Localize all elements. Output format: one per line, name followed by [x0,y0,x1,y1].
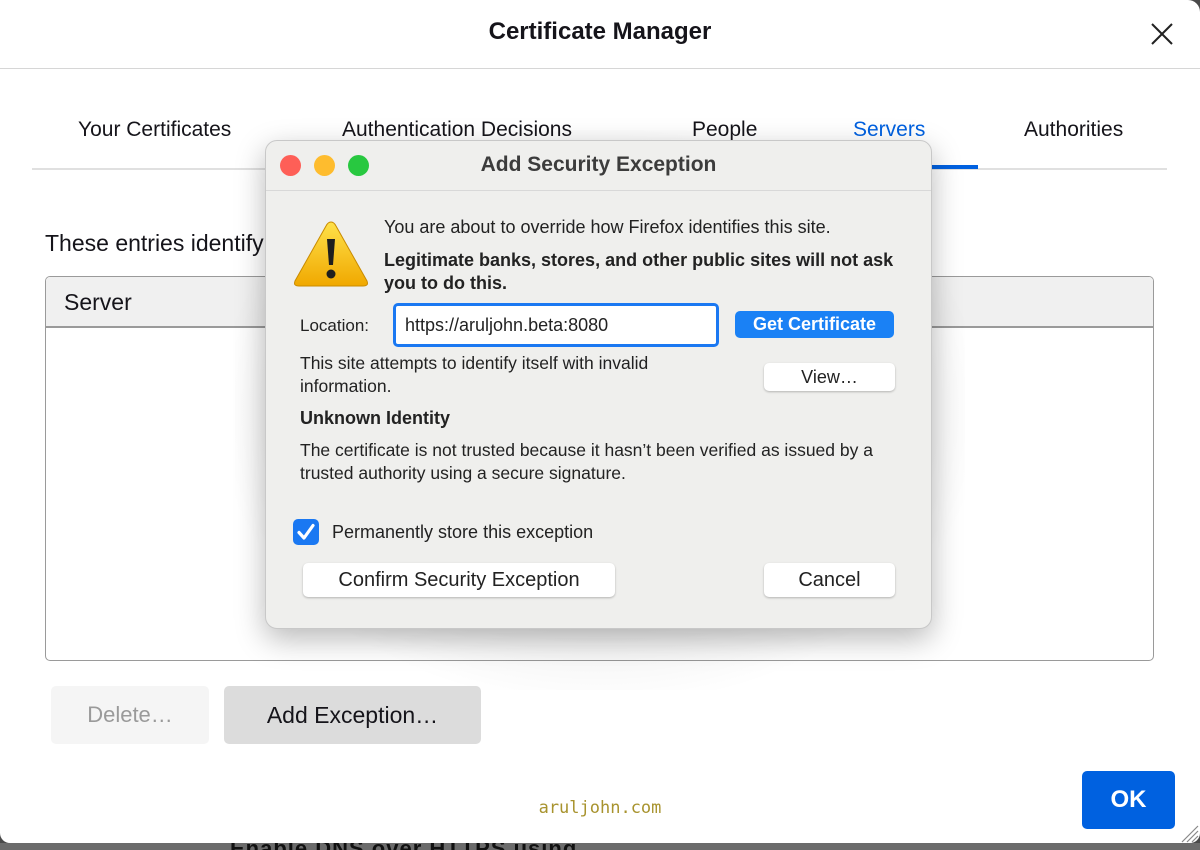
get-certificate-button[interactable]: Get Certificate [735,311,894,338]
invalid-info-text: This site attempts to identify itself wi… [300,353,649,396]
add-exception-button[interactable]: Add Exception… [224,686,481,744]
location-label: Location: [300,316,369,335]
warning-triangle-icon [292,219,370,289]
watermark: aruljohn.com [538,798,662,818]
certificate-manager-header: Certificate Manager [0,0,1200,69]
location-input[interactable] [393,303,719,347]
tab-people[interactable]: People [692,118,757,142]
resize-grip-icon[interactable] [1176,820,1200,843]
ok-button[interactable]: OK [1082,771,1175,829]
confirm-security-exception-button[interactable]: Confirm Security Exception [303,563,615,597]
add-security-exception-dialog: Add Security Exception You are about to … [265,140,932,629]
checkmark-icon [297,523,315,540]
warning-message: Legitimate banks, stores, and other publ… [384,250,894,293]
cancel-button[interactable]: Cancel [764,563,895,597]
tab-your-certificates[interactable]: Your Certificates [78,118,231,142]
view-button[interactable]: View… [764,363,895,391]
tab-authorities[interactable]: Authorities [1024,118,1123,142]
identity-description: The certificate is not trusted because i… [300,440,873,483]
close-icon [1151,23,1173,45]
tab-servers[interactable]: Servers [853,118,925,142]
permanent-store-checkbox[interactable] [293,519,319,545]
dialog-title: Add Security Exception [480,153,717,176]
delete-button[interactable]: Delete… [51,686,209,744]
tab-authentication-decisions[interactable]: Authentication Decisions [342,118,572,142]
window-title: Certificate Manager [488,18,712,45]
override-message: You are about to override how Firefox id… [384,217,831,237]
background-page [0,843,1200,850]
dialog-titlebar[interactable]: Add Security Exception [266,141,931,191]
permanent-store-label[interactable]: Permanently store this exception [332,522,593,543]
identity-heading: Unknown Identity [300,408,450,428]
close-button[interactable] [1148,20,1176,48]
